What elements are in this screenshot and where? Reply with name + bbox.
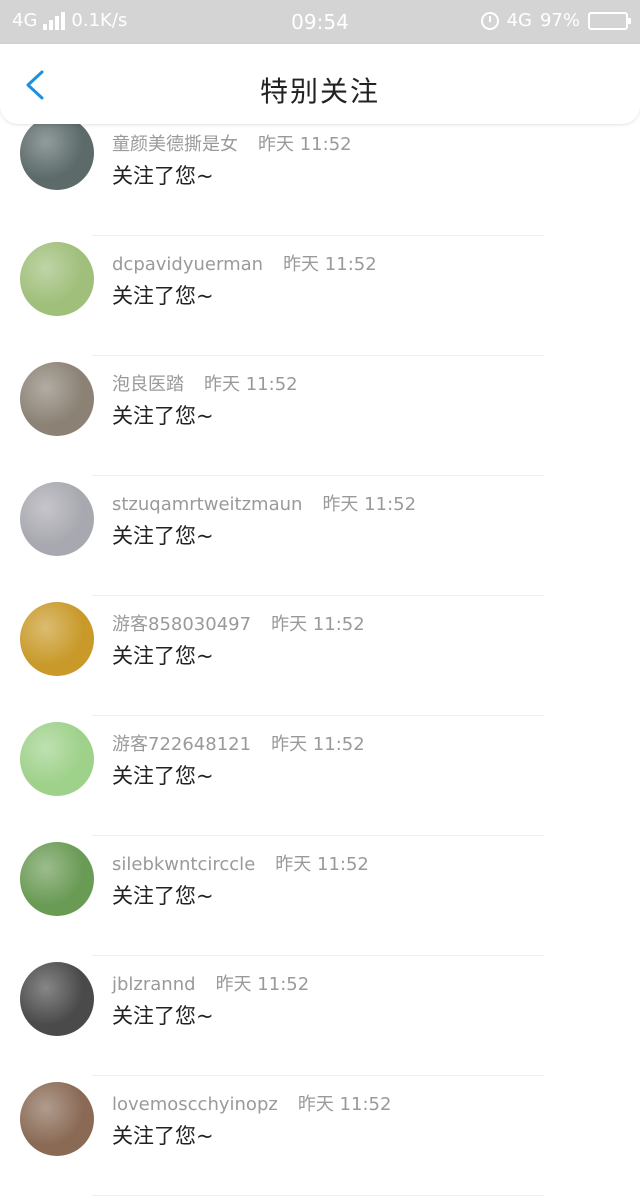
- user-meta: 游客858030497 昨天 11:52: [112, 610, 365, 636]
- avatar[interactable]: [20, 482, 94, 556]
- timestamp: 昨天 11:52: [204, 374, 298, 395]
- list-item[interactable]: dcpavidyuerman 昨天 11:52 关注了您~: [0, 236, 640, 356]
- alarm-icon: [480, 11, 499, 30]
- message-text: 关注了您~: [112, 764, 214, 788]
- battery-icon: [588, 11, 631, 30]
- timestamp: 昨天 11:52: [258, 134, 352, 155]
- user-name[interactable]: stzuqamrtweitzmaun: [112, 494, 302, 515]
- message-text: 关注了您~: [112, 644, 214, 668]
- message-text: 关注了您~: [112, 164, 214, 188]
- timestamp: 昨天 11:52: [322, 494, 417, 515]
- avatar[interactable]: [20, 116, 94, 190]
- user-meta: lovemoscchyinopz 昨天 11:52: [112, 1090, 391, 1116]
- user-name[interactable]: 泡良医踏: [112, 374, 184, 395]
- avatar[interactable]: [20, 842, 94, 916]
- message-text: 关注了您~: [112, 1004, 214, 1028]
- message-text: 关注了您~: [112, 404, 214, 428]
- user-name[interactable]: 游客722648121: [112, 734, 251, 755]
- message-text: 关注了您~: [112, 884, 214, 908]
- message-text: 关注了您~: [112, 524, 214, 548]
- user-name[interactable]: dcpavidyuerman: [112, 254, 263, 275]
- avatar[interactable]: [20, 962, 94, 1036]
- user-name[interactable]: 童颜美德撕是女: [112, 134, 238, 155]
- avatar[interactable]: [20, 242, 94, 316]
- list-item[interactable]: 童颜美德撕是女 昨天 11:52 关注了您~: [0, 116, 640, 236]
- user-meta: 童颜美德撕是女 昨天 11:52: [112, 130, 352, 156]
- list-item[interactable]: 游客722648121 昨天 11:52 关注了您~: [0, 716, 640, 836]
- network-type-right: 4G: [506, 10, 532, 31]
- user-meta: silebkwntcirccle 昨天 11:52: [112, 850, 369, 876]
- avatar[interactable]: [20, 722, 94, 796]
- status-right: 4G 97%: [480, 10, 631, 31]
- user-meta: stzuqamrtweitzmaun 昨天 11:52: [112, 490, 416, 516]
- timestamp: 昨天 11:52: [215, 974, 310, 995]
- list-item[interactable]: silebkwntcirccle 昨天 11:52 关注了您~: [0, 836, 640, 956]
- list-item[interactable]: stzuqamrtweitzmaun 昨天 11:52 关注了您~: [0, 476, 640, 596]
- timestamp: 昨天 11:52: [271, 614, 365, 635]
- message-text: 关注了您~: [112, 284, 214, 308]
- user-meta: 游客722648121 昨天 11:52: [112, 730, 365, 756]
- avatar[interactable]: [20, 362, 94, 436]
- list-item[interactable]: 泡良医踏 昨天 11:52 关注了您~: [0, 356, 640, 476]
- avatar[interactable]: [20, 602, 94, 676]
- header: 特别关注: [0, 44, 640, 124]
- timestamp: 昨天 11:52: [297, 1094, 392, 1115]
- user-meta: 泡良医踏 昨天 11:52: [112, 370, 298, 396]
- user-name[interactable]: lovemoscchyinopz: [112, 1094, 278, 1115]
- avatar[interactable]: [20, 1082, 94, 1156]
- user-name[interactable]: 游客858030497: [112, 614, 251, 635]
- status-bar: 4G 0.1K/s 09:54 4G 97%: [0, 0, 640, 44]
- list-item[interactable]: 游客858030497 昨天 11:52 关注了您~: [0, 596, 640, 716]
- list-item[interactable]: jblzrannd 昨天 11:52 关注了您~: [0, 956, 640, 1076]
- user-name[interactable]: silebkwntcirccle: [112, 854, 255, 875]
- user-name[interactable]: jblzrannd: [112, 974, 196, 995]
- user-meta: jblzrannd 昨天 11:52: [112, 970, 309, 996]
- page-title: 特别关注: [259, 75, 380, 108]
- timestamp: 昨天 11:52: [283, 254, 377, 275]
- message-text: 关注了您~: [112, 1124, 214, 1148]
- follower-list: 童颜美德撕是女 昨天 11:52 关注了您~ dcpavidyuerman 昨天 11:…: [0, 116, 640, 1196]
- battery-level: 97%: [539, 10, 580, 31]
- user-meta: dcpavidyuerman 昨天 11:52: [112, 250, 377, 276]
- list-item[interactable]: lovemoscchyinopz 昨天 11:52 关注了您~: [0, 1076, 640, 1196]
- timestamp: 昨天 11:52: [275, 854, 369, 875]
- timestamp: 昨天 11:52: [271, 734, 365, 755]
